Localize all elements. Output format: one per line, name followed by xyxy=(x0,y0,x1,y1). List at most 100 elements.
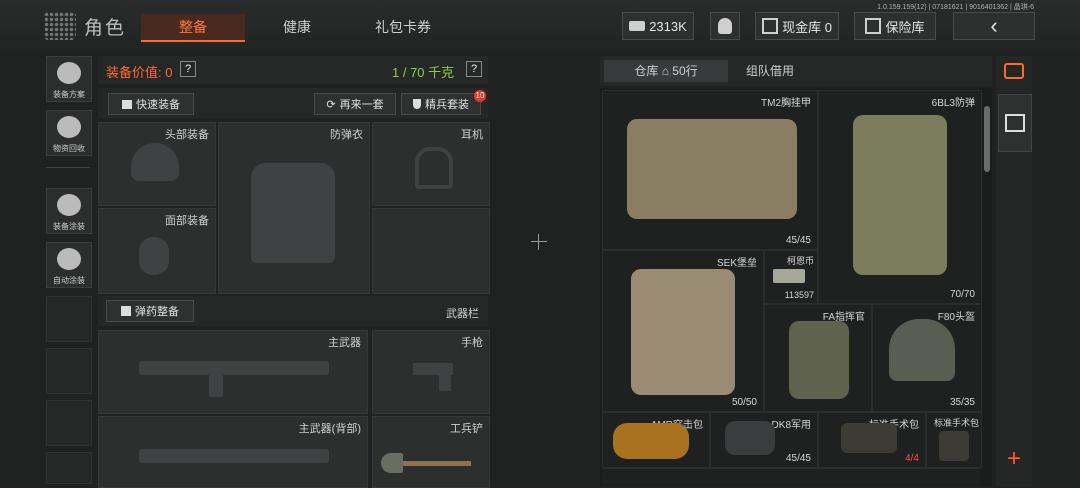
refresh-icon: ⟳ xyxy=(326,98,336,111)
sidebar-item-paint[interactable]: 装备涂装 xyxy=(46,188,92,234)
item-count: 4/4 xyxy=(905,453,919,464)
item-cell[interactable]: AMR突击包 xyxy=(602,412,710,468)
add-button[interactable]: + xyxy=(1002,447,1026,472)
safe-icon xyxy=(865,18,882,34)
empty-sidebar-slot xyxy=(46,348,92,394)
warehouse-scrollbar[interactable] xyxy=(984,106,990,172)
slot-label: 手枪 xyxy=(461,337,483,349)
chevron-left-icon: ‹ xyxy=(990,13,998,38)
ammo-icon xyxy=(121,306,131,316)
item-cell[interactable]: F80头盔 35/35 xyxy=(872,304,982,412)
sidebar-divider xyxy=(46,167,90,168)
sort-stack-icon xyxy=(1004,63,1024,79)
assault-pack-icon xyxy=(613,423,689,459)
elite-set-button[interactable]: 精兵套装 xyxy=(401,93,481,115)
crosshair-icon xyxy=(531,241,547,242)
item-cell[interactable]: 柯恩币 113597 xyxy=(764,250,818,304)
shovel-handle-icon xyxy=(401,461,471,466)
item-name: 标准手术包 xyxy=(933,418,979,428)
cash-vault-button[interactable]: 现金库 0 xyxy=(755,12,839,40)
rifle-icon xyxy=(139,361,329,375)
tab-health[interactable]: 健康 xyxy=(248,14,346,40)
sidebar-item-label: 物资回收 xyxy=(53,144,85,153)
empty-sidebar-slot xyxy=(46,452,92,484)
warehouse-rows: 50行 xyxy=(672,64,698,78)
rifle-icon xyxy=(139,449,329,463)
head-gear-slot[interactable]: 头部装备 xyxy=(98,122,216,206)
tab-team-borrow[interactable]: 组队借用 xyxy=(730,60,810,82)
slot-label: 头部装备 xyxy=(165,129,209,141)
repeat-set-button[interactable]: ⟳ 再来一套 xyxy=(314,93,396,115)
cash-icon xyxy=(629,21,646,31)
tab-prep[interactable]: 整备 xyxy=(141,14,245,42)
primary-weapon-slot[interactable]: 主武器 xyxy=(98,330,368,414)
item-cell[interactable]: SEK堡垒 50/50 xyxy=(602,250,764,412)
plate-carrier-icon xyxy=(631,269,735,395)
sort-button[interactable] xyxy=(998,56,1030,86)
item-name: SEK堡垒 xyxy=(716,258,757,269)
warehouse-next-row xyxy=(602,468,980,485)
weight-help-button[interactable]: ? xyxy=(466,61,482,77)
face-gear-slot[interactable]: 面部装备 xyxy=(98,208,216,294)
extra-gear-slot[interactable] xyxy=(372,208,490,294)
back-button[interactable]: ‹ xyxy=(953,12,1035,40)
gas-mask-icon xyxy=(139,237,169,275)
layers-icon xyxy=(1005,114,1025,132)
headset-slot[interactable]: 耳机 xyxy=(372,122,490,206)
sidebar-item-auto-paint[interactable]: 自动涂装 xyxy=(46,242,92,288)
item-name: TM2胸挂甲 xyxy=(761,98,811,109)
cash-vault-label: 现金库 0 xyxy=(782,19,832,35)
sidebar-item-label: 装备方案 xyxy=(53,90,85,99)
empty-sidebar-slot xyxy=(46,296,92,342)
body-armor-slot[interactable]: 防弹衣 xyxy=(218,122,370,294)
item-cell[interactable]: FA指挥官 xyxy=(764,304,872,412)
sidebar-item-loadout[interactable]: 装备方案 xyxy=(46,56,92,102)
armor-vest-icon xyxy=(251,163,335,263)
avatar-button[interactable] xyxy=(710,12,740,40)
sidebar-item-recycle[interactable]: 物资回收 xyxy=(46,110,92,156)
back-weapon-slot[interactable]: 主武器(背部) xyxy=(98,416,368,488)
medkit-icon xyxy=(841,423,897,453)
item-cell[interactable]: 标准手术包 xyxy=(926,412,982,468)
rifle-magazine-icon xyxy=(209,373,223,397)
quick-equip-button[interactable]: 快速装备 xyxy=(108,93,194,115)
item-count: 70/70 xyxy=(949,289,975,300)
item-count: 50/50 xyxy=(731,397,757,408)
item-name: 柯恩币 xyxy=(786,256,814,266)
backpack-icon xyxy=(789,321,849,399)
slot-label: 主武器 xyxy=(328,337,361,349)
weapon-bar-label: 武器栏 xyxy=(446,308,479,320)
home-icon: ⌂ xyxy=(661,64,669,78)
shirt-icon xyxy=(122,99,132,109)
repeat-set-label: 再来一套 xyxy=(339,99,384,111)
storage-layer-button[interactable] xyxy=(998,94,1032,152)
helmet-icon xyxy=(131,143,179,181)
money-value: 2313K xyxy=(649,18,687,34)
empty-sidebar-slot xyxy=(46,400,92,446)
paint-icon xyxy=(57,194,81,216)
pistol-slot[interactable]: 手枪 xyxy=(372,330,490,414)
shovel-slot[interactable]: 工兵铲 xyxy=(372,416,490,488)
item-cell[interactable]: 6BL3防弹 70/70 xyxy=(818,90,982,304)
tab-warehouse[interactable]: 仓库 ⌂ 50行 xyxy=(604,60,728,82)
money-display[interactable]: 2313K xyxy=(622,12,694,40)
item-cell[interactable]: 标准手术包 4/4 xyxy=(818,412,926,468)
slot-label: 主武器(背部) xyxy=(298,423,361,435)
item-cell[interactable]: TM2胸挂甲 45/45 xyxy=(602,90,818,250)
pistol-grip-icon xyxy=(439,373,451,391)
item-count: 113597 xyxy=(784,290,814,300)
character-logo-icon xyxy=(44,12,76,40)
sidebar-item-label: 装备涂装 xyxy=(53,222,85,231)
item-cell[interactable]: DK8军用 45/45 xyxy=(710,412,818,468)
ammo-prep-button[interactable]: 弹药整备 xyxy=(106,300,194,322)
shovel-blade-icon xyxy=(381,453,403,473)
medkit-icon xyxy=(939,431,969,461)
sidebar-item-label: 自动涂装 xyxy=(53,276,85,285)
quick-equip-label: 快速装备 xyxy=(136,99,180,111)
version-text: 1.0.159.159(12) | 07181621 | 9016401362 … xyxy=(877,4,1034,11)
safe-button[interactable]: 保险库 xyxy=(854,12,936,40)
avatar-icon xyxy=(718,18,732,34)
tab-gift-cards[interactable]: 礼包卡券 xyxy=(348,14,458,40)
chest-rig-icon xyxy=(627,119,797,219)
help-button[interactable]: ? xyxy=(180,61,196,77)
